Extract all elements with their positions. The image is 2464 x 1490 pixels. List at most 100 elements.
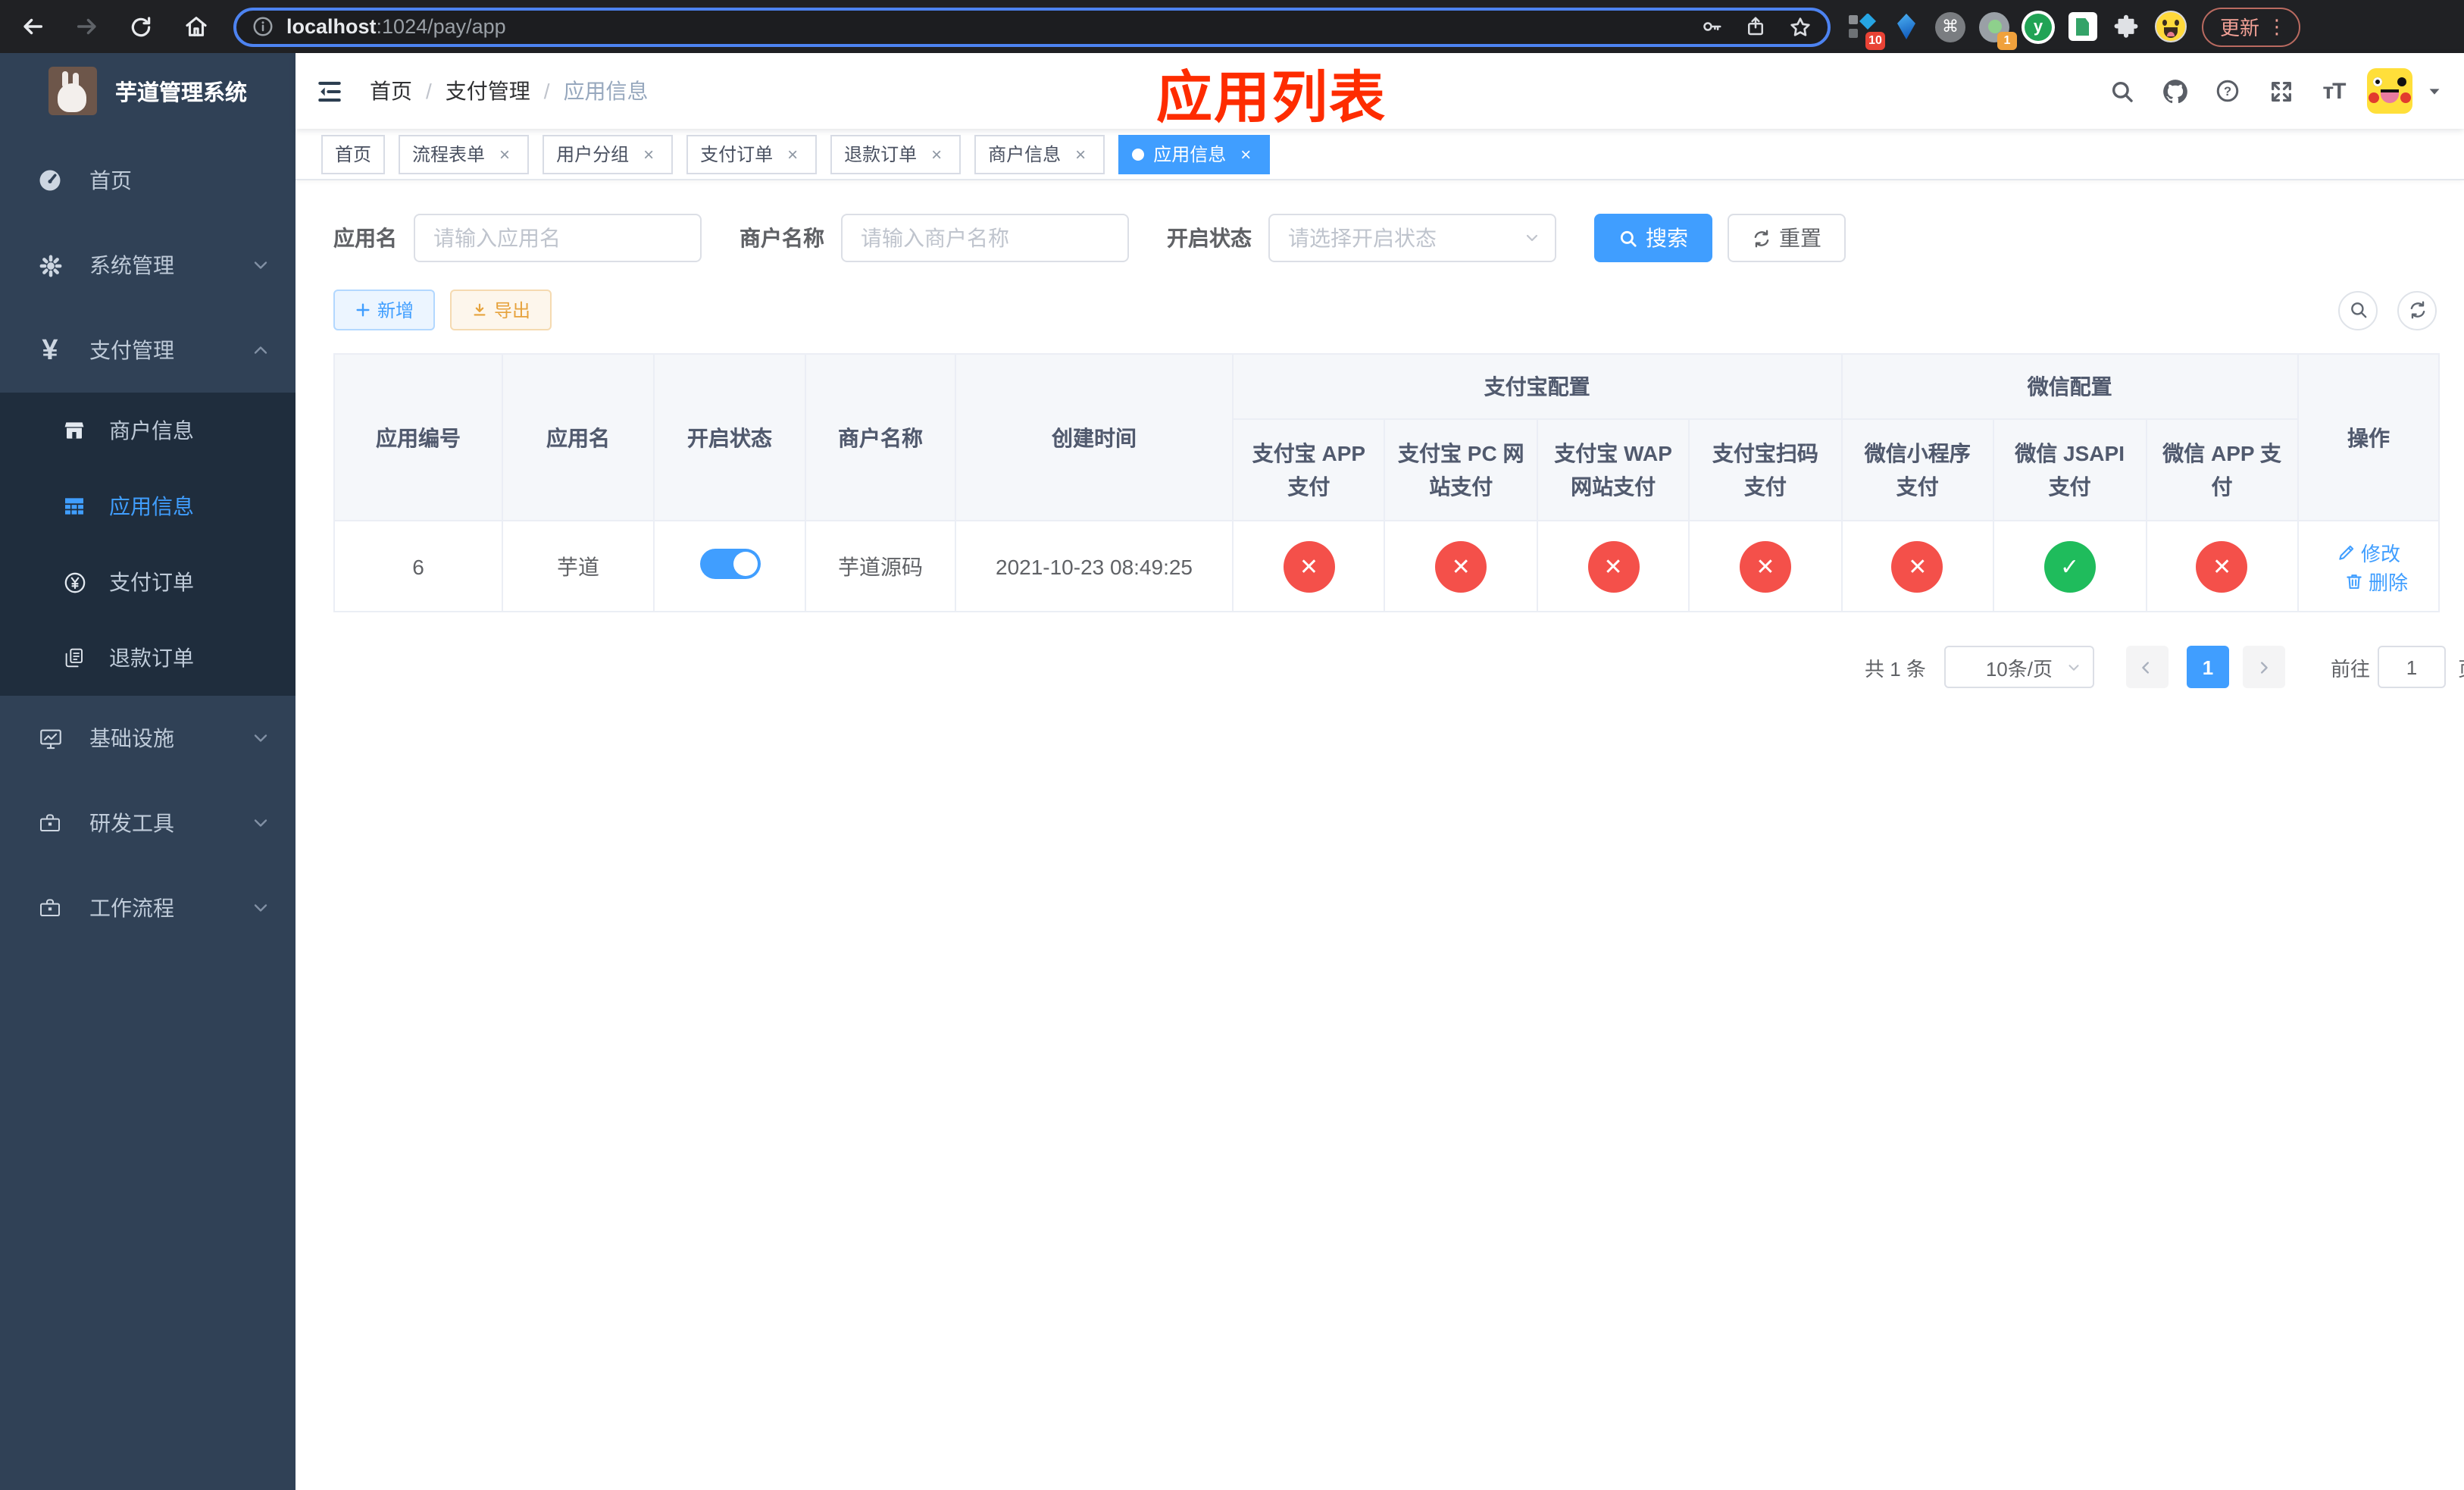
sidebar-item-label: 支付订单 [109,570,194,594]
extension-target-icon[interactable]: 1 [1978,10,2017,49]
sidebar-item-system[interactable]: 系统管理 [0,223,295,308]
font-size-icon[interactable]: тT [2314,71,2353,111]
sidebar-item-workflow[interactable]: 工作流程 [0,866,295,950]
sidebar-item-label: 退款订单 [109,646,194,670]
sidebar-item-home[interactable]: 首页 [0,138,295,223]
status-fail-icon: ✕ [1587,540,1640,592]
chevron-down-icon [250,728,271,749]
add-button[interactable]: 新增 [333,290,436,330]
status-fail-icon: ✕ [1739,540,1791,592]
close-icon[interactable]: × [1070,143,1091,164]
th-merchant-name: 商户名称 [805,353,956,521]
status-select[interactable]: 请选择开启状态 [1268,214,1556,262]
th-actions: 操作 [2297,353,2440,521]
sidebar-submenu-payment: 商户信息应用信息支付订单退款订单 [0,393,295,696]
url-text[interactable]: localhost:1024/pay/app [286,15,1700,38]
sidebar-item-app-info[interactable]: 应用信息 [0,468,295,544]
status-fail-icon: ✕ [1435,540,1487,592]
th-alipay-pc: 支付宝 PC 网站支付 [1384,418,1538,521]
yen-icon: ¥ [42,334,58,366]
tab-pay-order[interactable]: 支付订单 × [686,134,818,174]
chevron-down-icon [1523,229,1541,247]
tab-merchant-info[interactable]: 商户信息 × [974,134,1105,174]
sidebar-item-label: 商户信息 [109,418,194,443]
sidebar-item-label: 基础设施 [89,726,174,750]
grid-icon [59,494,89,518]
tab-app-info[interactable]: 应用信息 × [1118,134,1271,174]
briefcase-icon [32,896,68,920]
breadcrumb-payment[interactable]: 支付管理 [446,76,530,106]
bookmark-star-icon[interactable] [1788,14,1812,39]
th-alipay-wap: 支付宝 WAP 网站支付 [1536,418,1690,521]
search-button[interactable]: 搜索 [1594,214,1712,262]
show-search-toggle-button[interactable] [2338,290,2378,330]
total-count: 共 1 条 [1865,657,1926,680]
screen: localhost:1024/pay/app 10 ⌘ 1 y 更新 ⋮ 芋道管理系统… [0,0,2464,1490]
page-size-select[interactable]: 10条/页 [1943,646,2094,688]
sidebar-item-pay-order[interactable]: 支付订单 [0,544,295,620]
reset-button[interactable]: 重置 [1728,214,1846,262]
prev-page-button[interactable] [2125,646,2169,688]
export-button[interactable]: 导出 [450,290,552,330]
goto-page-input[interactable] [2377,646,2446,688]
extension-doc-icon[interactable] [2065,10,2099,43]
back-icon[interactable] [9,5,55,48]
header-search-icon[interactable] [2102,71,2141,111]
extension-emoji-icon[interactable] [2153,10,2187,43]
yen-circle-icon [59,569,89,595]
merchant-name-input[interactable] [841,214,1129,262]
sidebar-item-infra[interactable]: 基础设施 [0,696,295,781]
sidebar-item-payment[interactable]: ¥ 支付管理 [0,308,295,393]
close-icon[interactable]: × [926,143,947,164]
forward-icon[interactable] [64,5,109,48]
next-page-button[interactable] [2242,646,2285,688]
tab-user-group[interactable]: 用户分组 × [543,134,674,174]
user-avatar[interactable] [2367,68,2412,114]
sidebar-item-merchant-info[interactable]: 商户信息 [0,393,295,468]
share-icon[interactable] [1744,15,1767,38]
th-create-time: 创建时间 [955,353,1234,521]
chevron-down-icon [250,812,271,834]
extension-puzzle-icon[interactable] [2109,10,2143,43]
sidebar-item-devtools[interactable]: 研发工具 [0,781,295,866]
breadcrumb-home[interactable]: 首页 [370,76,412,106]
fullscreen-icon[interactable] [2261,71,2300,111]
cell-alipay-qr: ✕ [1688,520,1843,612]
chrome-update-chip[interactable]: 更新 ⋮ [2202,7,2301,46]
close-icon[interactable]: × [638,143,659,164]
cell-actions: 修改 删除 [2297,520,2440,612]
tab-flow-form[interactable]: 流程表单 × [399,134,530,174]
url-bar[interactable]: localhost:1024/pay/app [233,7,1831,46]
browser-menu-icon[interactable]: ⋮ [2267,14,2287,39]
reload-icon[interactable] [118,5,164,48]
status-fail-icon: ✕ [1283,540,1335,592]
sidebar-item-refund-order[interactable]: 退款订单 [0,620,295,696]
sidebar-collapse-icon[interactable] [315,77,344,105]
tags-view: 首页 流程表单 × 用户分组 × 支付订单 × 退款订单 × 商户信息 × 应用信息 × [295,129,2464,180]
extension-pin-icon[interactable]: 10 [1846,10,1885,49]
th-wx-jsapi: 微信 JSAPI 支付 [1993,418,2147,521]
help-icon[interactable]: ? [2208,71,2247,111]
close-icon[interactable]: × [1235,143,1256,164]
delete-link[interactable]: 删除 [2344,566,2408,595]
refresh-table-button[interactable] [2397,290,2437,330]
site-info-icon[interactable] [252,15,274,38]
extension-command-icon[interactable]: ⌘ [1934,10,1967,43]
tab-home[interactable]: 首页 [321,134,386,174]
edit-link[interactable]: 修改 [2337,537,2400,566]
key-icon[interactable] [1700,15,1723,38]
toolbox-icon [32,811,68,835]
page-number-button[interactable]: 1 [2186,646,2229,688]
close-icon[interactable]: × [494,143,515,164]
app-name-input[interactable] [414,214,702,262]
sidebar: 芋道管理系统 首页 系统管理 ¥ 支付管理 商户信息 应用信息 支付订单 退款订单 基础设施 研发… [0,53,295,1490]
active-dot-icon [1132,148,1145,160]
enabled-toggle[interactable] [699,549,760,579]
extension-kite-icon[interactable] [1890,10,1923,43]
github-icon[interactable] [2155,71,2194,111]
home-icon[interactable] [173,5,218,48]
close-icon[interactable]: × [782,143,803,164]
user-caret-icon[interactable] [2426,83,2443,99]
extension-green-y-icon[interactable]: y [2022,10,2055,43]
tab-refund-order[interactable]: 退款订单 × [830,134,962,174]
